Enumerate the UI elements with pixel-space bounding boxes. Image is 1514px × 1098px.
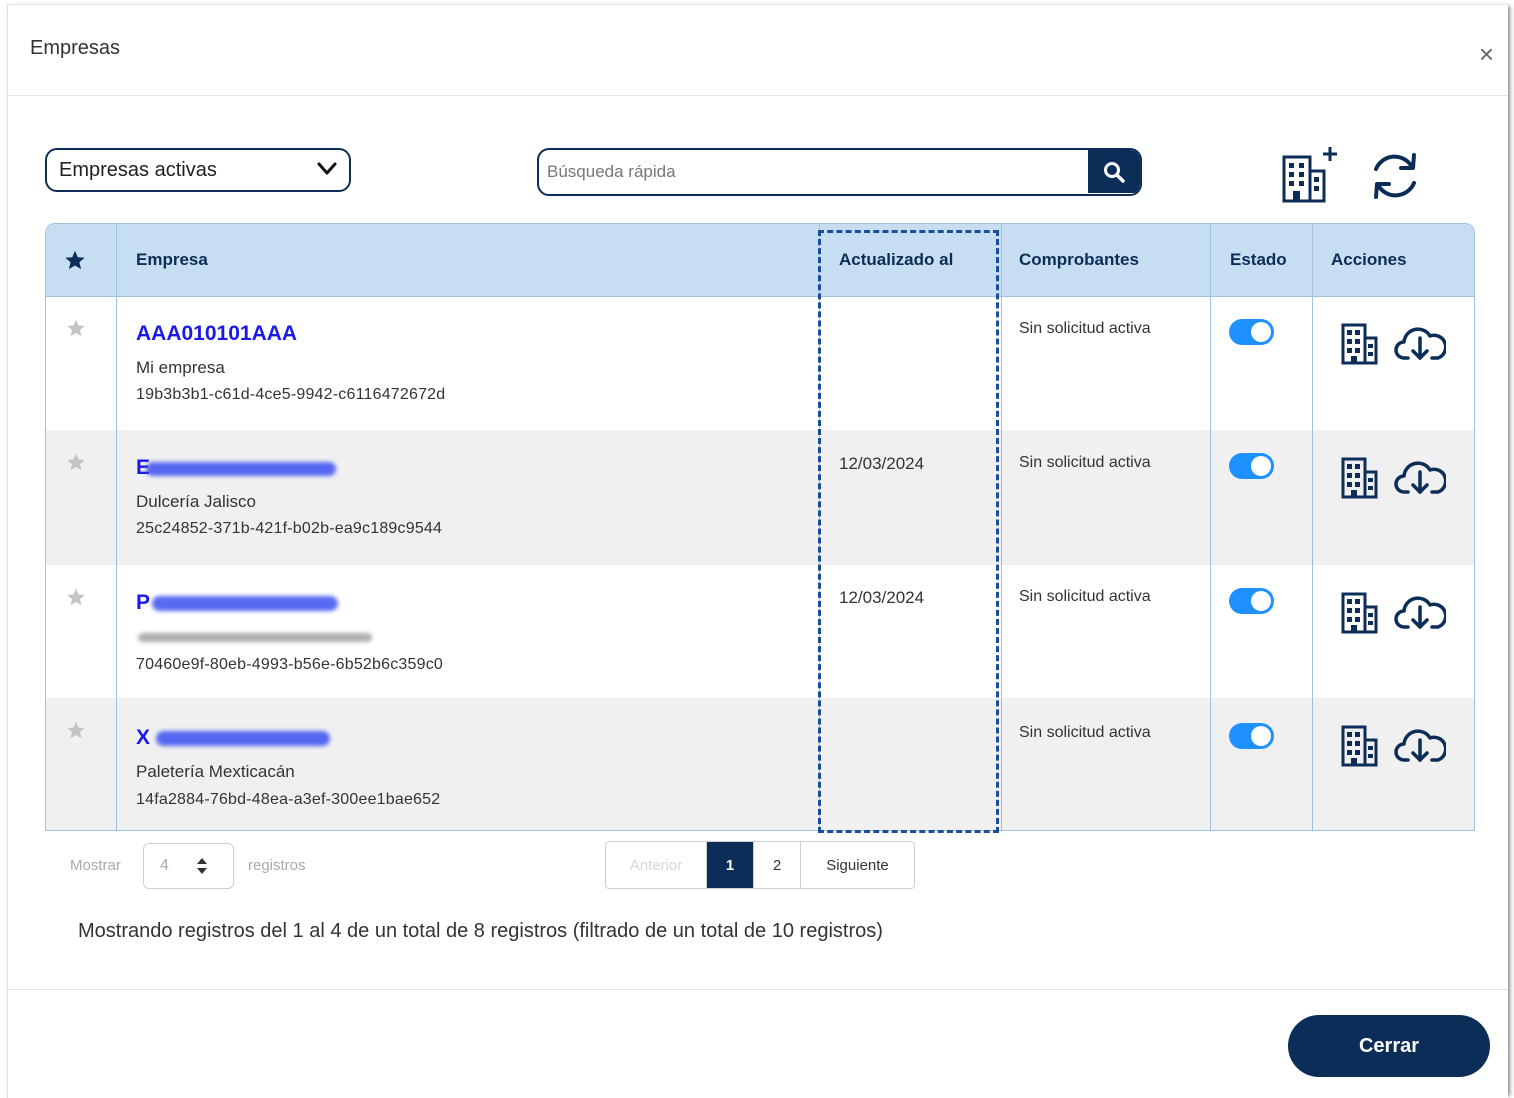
cloud-download-icon[interactable]: [1394, 324, 1446, 364]
modal-title: Empresas: [30, 37, 121, 59]
search-button[interactable]: [1088, 150, 1140, 193]
column-divider: [1210, 224, 1211, 830]
status-toggle[interactable]: [1229, 319, 1274, 345]
redacted-rfc: [146, 462, 336, 476]
footer-divider: [8, 989, 1508, 990]
companies-table: Empresa Actualizado al Comprobantes Esta…: [45, 223, 1475, 831]
table-row: X Paletería Mexticacán 14fa2884-76bd-48e…: [46, 698, 1474, 830]
search-icon: [1104, 161, 1125, 183]
table-row: E Dulcería Jalisco 25c24852-371b-421f-b0…: [46, 430, 1474, 565]
refresh-icon[interactable]: [1366, 147, 1424, 205]
close-icon[interactable]: ×: [1479, 41, 1494, 67]
column-divider: [116, 224, 117, 830]
show-label: Mostrar: [70, 857, 121, 874]
column-divider: [819, 224, 820, 830]
cloud-download-icon[interactable]: [1394, 726, 1446, 766]
page-size-value: 4: [160, 857, 169, 874]
table-row: P 70460e9f-80eb-4993-b56e-6b52b6c359c0 1…: [46, 565, 1474, 698]
spinner-arrows-icon: [197, 858, 207, 874]
next-page-button[interactable]: Siguiente: [801, 842, 914, 888]
quick-search: [537, 148, 1142, 196]
column-header-acciones: Acciones: [1331, 250, 1407, 269]
redacted-company-name: [138, 633, 372, 642]
previous-page-button[interactable]: Anterior: [606, 842, 707, 888]
company-rfc-link[interactable]: X: [136, 726, 150, 750]
chevron-down-icon: [317, 162, 337, 175]
column-header-comprobantes[interactable]: Comprobantes: [1019, 224, 1139, 296]
favorite-star-icon[interactable]: [66, 720, 86, 740]
favorite-star-icon[interactable]: [66, 452, 86, 472]
cloud-download-icon[interactable]: [1394, 593, 1446, 633]
column-header-actualizado[interactable]: Actualizado al: [839, 224, 953, 296]
company-rfc-link[interactable]: AAA010101AAA: [136, 322, 297, 346]
status-toggle[interactable]: [1229, 588, 1274, 614]
pagination: Anterior 1 2 Siguiente: [605, 841, 915, 889]
updated-date: 12/03/2024: [839, 588, 925, 607]
close-button[interactable]: Cerrar: [1288, 1015, 1490, 1077]
status-toggle[interactable]: [1229, 723, 1274, 749]
page-1-button[interactable]: 1: [707, 842, 754, 888]
company-name: Dulcería Jalisco: [136, 492, 256, 511]
favorite-star-icon[interactable]: [66, 587, 86, 607]
table-row: AAA010101AAA Mi empresa 19b3b3b1-c61d-4c…: [46, 296, 1474, 430]
comprobantes-status: Sin solicitud activa: [1019, 588, 1151, 605]
cloud-download-icon[interactable]: [1394, 458, 1446, 498]
search-input[interactable]: [539, 150, 1087, 193]
modal-header: Empresas ×: [8, 5, 1508, 96]
column-divider: [1312, 224, 1313, 830]
company-filter-value: Empresas activas: [59, 158, 217, 181]
company-uuid: 25c24852-371b-421f-b02b-ea9c189c9544: [136, 520, 443, 537]
column-header-estado[interactable]: Estado: [1230, 224, 1287, 296]
building-icon[interactable]: [1340, 724, 1380, 768]
company-rfc-link[interactable]: P: [136, 591, 150, 615]
comprobantes-status: Sin solicitud activa: [1019, 454, 1151, 471]
column-header-empresa[interactable]: Empresa: [136, 224, 208, 296]
company-uuid: 70460e9f-80eb-4993-b56e-6b52b6c359c0: [136, 656, 444, 673]
status-toggle[interactable]: [1229, 453, 1274, 479]
company-filter-select[interactable]: Empresas activas: [45, 148, 351, 192]
comprobantes-status: Sin solicitud activa: [1019, 320, 1151, 337]
comprobantes-status: Sin solicitud activa: [1019, 724, 1151, 741]
page-size-select[interactable]: 4: [143, 843, 234, 889]
header-divider: [46, 296, 1474, 297]
company-name: Paletería Mexticacán: [136, 762, 295, 781]
updated-date: 12/03/2024: [839, 454, 925, 473]
column-divider: [1001, 224, 1002, 830]
empresas-modal: Empresas × Empresas activas Búsqueda ráp…: [7, 4, 1508, 1098]
star-icon: [65, 250, 85, 270]
favorite-star-icon[interactable]: [66, 318, 86, 338]
company-name: Mi empresa: [136, 358, 225, 377]
building-icon[interactable]: [1340, 322, 1380, 366]
building-icon[interactable]: [1340, 456, 1380, 500]
redacted-rfc: [156, 731, 330, 746]
company-uuid: 19b3b3b1-c61d-4ce5-9942-c6116472672d: [136, 386, 446, 403]
building-icon[interactable]: [1340, 591, 1380, 635]
records-summary: Mostrando registros del 1 al 4 de un tot…: [78, 920, 883, 942]
records-label: registros: [248, 857, 306, 874]
favorite-column-header: [64, 224, 104, 296]
page-2-button[interactable]: 2: [754, 842, 801, 888]
redacted-rfc: [152, 596, 338, 611]
company-uuid: 14fa2884-76bd-48ea-a3ef-300ee1bae652: [136, 791, 441, 808]
add-company-icon[interactable]: [1280, 143, 1342, 205]
